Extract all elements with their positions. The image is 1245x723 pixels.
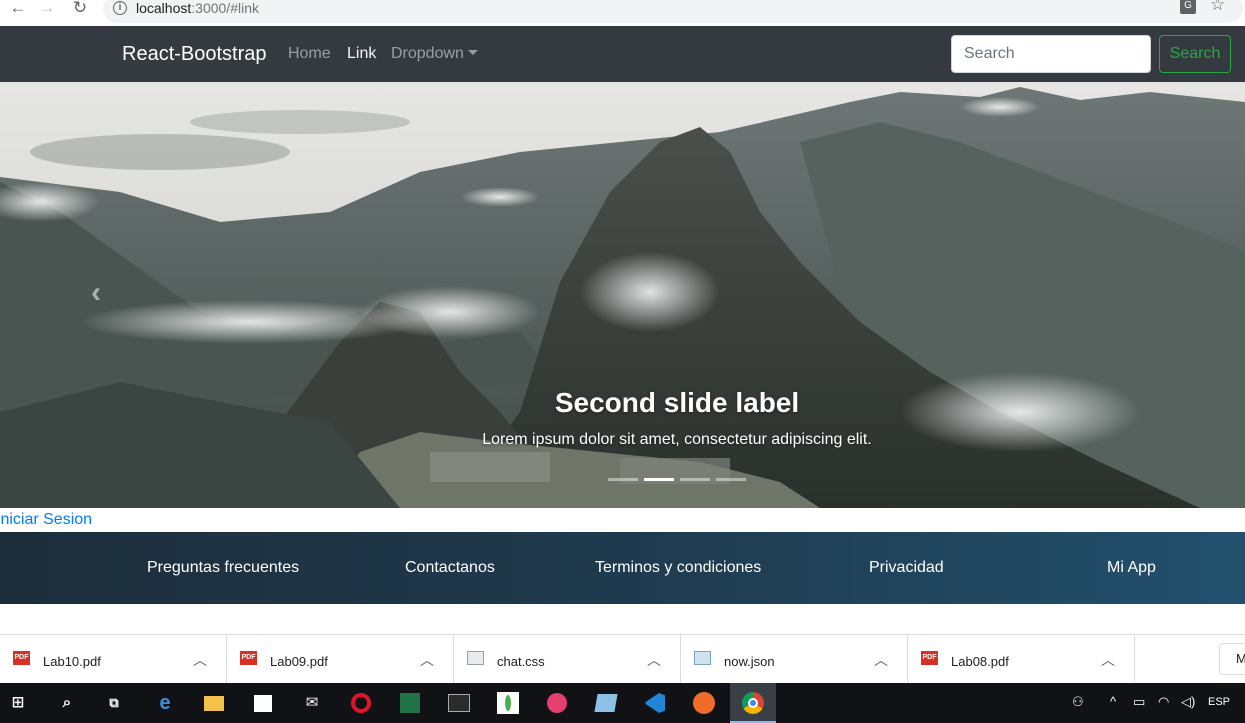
show-all-downloads-button[interactable]: M [1219, 643, 1245, 675]
carousel-prev-icon[interactable]: ‹ [80, 278, 112, 310]
download-filename: chat.css [497, 654, 545, 669]
footer-link-terms[interactable]: Terminos y condiciones [595, 559, 761, 577]
pdf-file-icon: PDF [240, 651, 257, 665]
site-info-icon[interactable]: i [113, 1, 127, 15]
footer-link-contact[interactable]: Contactanos [405, 559, 495, 577]
caret-down-icon [467, 50, 478, 55]
downloads-bar: PDF Lab10.pdf ︿ PDF Lab09.pdf ︿ chat.css… [0, 634, 1245, 684]
reload-icon[interactable]: ↻ [70, 0, 90, 20]
notepad-icon[interactable] [594, 691, 618, 715]
nav-dropdown[interactable]: Dropdown [391, 45, 478, 63]
battery-icon[interactable]: ▭ [1133, 694, 1145, 710]
windows-taskbar: ⊞ ⌕ ⧉ e ✉ ⚇ ^ ▭ ◠ ◁) ESP [0, 683, 1245, 723]
url-text[interactable]: localhost:3000/#link [136, 0, 259, 16]
chevron-up-icon[interactable]: ^ [1110, 694, 1116, 709]
forward-arrow-icon[interactable]: → [37, 0, 57, 20]
download-filename: Lab08.pdf [951, 654, 1009, 669]
download-item[interactable]: PDF Lab09.pdf ︿ [227, 635, 454, 684]
footer-link-app[interactable]: Mi App [1107, 559, 1156, 577]
footer-link-faq[interactable]: Preguntas frecuentes [147, 559, 299, 577]
nav-link-home[interactable]: Home [288, 45, 331, 63]
address-bar[interactable]: i localhost:3000/#link G ☆ [103, 0, 1243, 23]
translate-icon[interactable]: G [1180, 0, 1196, 14]
json-file-icon [694, 651, 711, 665]
download-filename: Lab09.pdf [270, 654, 328, 669]
mongodb-icon[interactable] [496, 691, 520, 715]
app-navbar: React-Bootstrap Home Link Dropdown Searc… [0, 26, 1245, 82]
chevron-up-icon[interactable]: ︿ [420, 650, 434, 670]
search-icon[interactable]: ⌕ [55, 691, 79, 715]
chevron-up-icon[interactable]: ︿ [193, 650, 207, 670]
carousel-indicator[interactable] [680, 478, 710, 481]
task-view-icon[interactable]: ⧉ [102, 691, 126, 715]
nav-link-link[interactable]: Link [347, 45, 376, 63]
download-item[interactable]: PDF Lab10.pdf ︿ [0, 635, 227, 684]
navbar-brand[interactable]: React-Bootstrap [122, 43, 267, 66]
excel-icon[interactable] [398, 691, 422, 715]
opera-icon[interactable] [349, 691, 373, 715]
search-input[interactable] [951, 35, 1151, 73]
pdf-file-icon: PDF [921, 651, 938, 665]
download-item[interactable]: now.json ︿ [681, 635, 908, 684]
carousel-indicator[interactable] [716, 478, 746, 481]
browser-toolbar: ← → ↻ i localhost:3000/#link G ☆ [0, 0, 1245, 26]
login-link[interactable]: Iniciar Sesion [0, 511, 92, 529]
file-explorer-icon[interactable] [202, 691, 226, 715]
chrome-icon[interactable] [741, 691, 765, 715]
mail-icon[interactable]: ✉ [300, 691, 324, 715]
chevron-up-icon[interactable]: ︿ [647, 650, 661, 670]
bookmark-star-icon[interactable]: ☆ [1210, 0, 1225, 15]
carousel-caption-text: Lorem ipsum dolor sit amet, consectetur … [482, 431, 872, 448]
dropdown-label: Dropdown [391, 45, 464, 62]
carousel-indicator-active[interactable] [644, 478, 674, 481]
carousel-indicator[interactable] [608, 478, 638, 481]
chevron-up-icon[interactable]: ︿ [1101, 650, 1115, 670]
download-filename: now.json [724, 654, 775, 669]
camera-icon[interactable] [545, 691, 569, 715]
back-arrow-icon[interactable]: ← [8, 0, 28, 20]
download-item[interactable]: PDF Lab08.pdf ︿ [908, 635, 1135, 684]
postman-icon[interactable] [692, 691, 716, 715]
volume-icon[interactable]: ◁) [1181, 694, 1195, 710]
edge-icon[interactable]: e [153, 691, 177, 715]
carousel-caption-title: Second slide label [554, 387, 800, 418]
image-carousel: ‹ Second slide label Lorem ipsum dolor s… [0, 82, 1245, 508]
windows-start-icon[interactable]: ⊞ [6, 691, 30, 715]
terminal-icon[interactable] [447, 691, 471, 715]
vscode-icon[interactable] [643, 691, 667, 715]
css-file-icon [467, 651, 484, 665]
pdf-file-icon: PDF [13, 651, 30, 665]
footer-link-privacy[interactable]: Privacidad [869, 559, 944, 577]
search-button[interactable]: Search [1159, 35, 1231, 73]
language-indicator[interactable]: ESP [1208, 696, 1230, 708]
site-footer: Preguntas frecuentes Contactanos Termino… [0, 532, 1245, 604]
people-icon[interactable]: ⚇ [1072, 694, 1084, 710]
store-icon[interactable] [251, 691, 275, 715]
download-item[interactable]: chat.css ︿ [454, 635, 681, 684]
download-filename: Lab10.pdf [43, 654, 101, 669]
wifi-icon[interactable]: ◠ [1158, 694, 1169, 710]
chevron-up-icon[interactable]: ︿ [874, 650, 888, 670]
